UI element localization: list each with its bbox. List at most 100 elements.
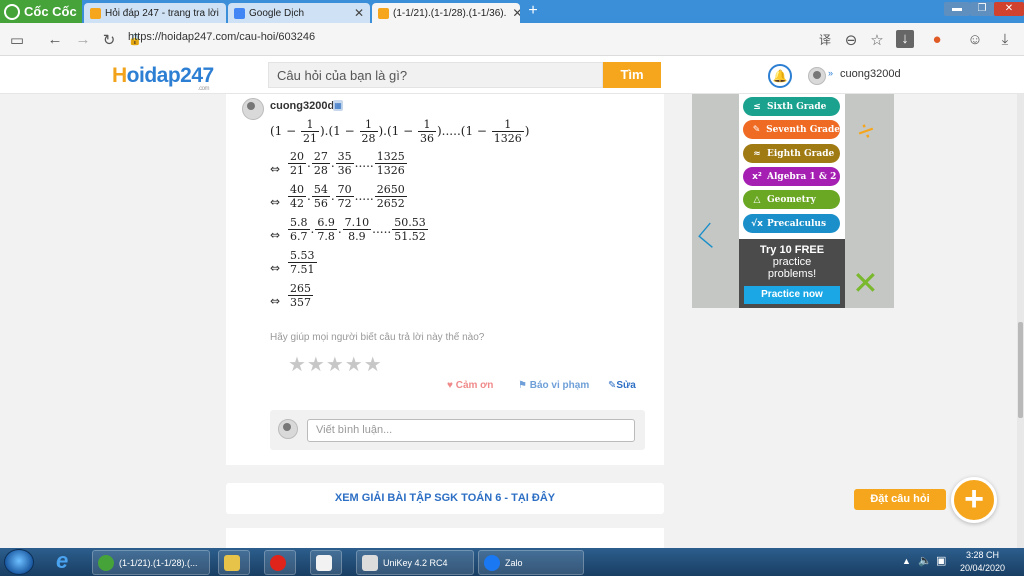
practice-now-button[interactable]: Practice now	[744, 286, 840, 304]
math-text: .....	[372, 222, 392, 236]
search-button[interactable]: Tìm	[603, 62, 661, 88]
fraction: 27 28	[311, 150, 330, 177]
thanks-button[interactable]: ♥ Cảm ơn	[447, 380, 493, 391]
coccoc-extension-icon[interactable]: ●	[928, 31, 946, 48]
equivalence-icon: ⇔	[270, 228, 281, 242]
ask-question-button[interactable]: Đặt câu hỏi	[854, 489, 946, 510]
denominator: 7.8	[315, 229, 337, 243]
fraction: 1 21	[301, 118, 319, 145]
close-window-button[interactable]: ✕	[994, 2, 1024, 16]
comment-input[interactable]: Viết bình luận...	[307, 419, 635, 442]
new-tab-button[interactable]: +	[524, 2, 542, 20]
zoom-out-icon[interactable]: ⊖	[842, 31, 860, 49]
start-button-icon[interactable]	[4, 549, 34, 575]
download-manager-icon[interactable]: ⤓	[996, 31, 1014, 48]
fraction: 54 56	[311, 183, 330, 210]
course-label: Algebra 1 & 2	[767, 171, 837, 182]
internet-explorer-icon[interactable]: e	[56, 548, 68, 574]
numerator: 70	[337, 183, 352, 196]
clock-time[interactable]: 3:28 CH	[966, 550, 999, 560]
tray-expand-icon[interactable]: ▲	[902, 556, 911, 566]
rating-stars[interactable]: ★★★★★	[288, 352, 383, 377]
math-text: ).....	[437, 124, 461, 138]
tab-current-question[interactable]: (1-1/21).(1-1/28).(1-1/36). ✕	[372, 3, 520, 23]
unikey-icon	[362, 554, 378, 571]
restore-button[interactable]: ❐	[970, 2, 994, 16]
taskbar-document[interactable]	[310, 550, 342, 575]
edit-button[interactable]: ✎Sửa	[608, 380, 636, 391]
course-icon: ≈	[753, 148, 761, 159]
math-text: (1 −	[328, 124, 359, 138]
equivalence-icon: ⇔	[270, 261, 281, 275]
ad-course-item[interactable]: ≤ Sixth Grade	[743, 97, 840, 116]
back-icon[interactable]: ←	[46, 31, 64, 48]
minimize-button[interactable]: ▬	[944, 2, 970, 16]
denominator: 36	[335, 163, 354, 177]
hoidap247-logo[interactable]: Hoidap247 .com	[112, 64, 214, 92]
numerator: 6.9	[317, 216, 335, 229]
numerator: 7.10	[344, 216, 370, 229]
denominator: 36	[418, 131, 436, 145]
math-line: 5.53 7.51	[287, 249, 318, 276]
math-text: .	[310, 222, 315, 236]
translate-icon[interactable]: 译	[816, 31, 834, 48]
notification-bell-icon[interactable]: 🔔	[768, 64, 792, 88]
coccoc-menu-button[interactable]: Cốc Cốc	[0, 0, 82, 23]
chevron-down-icon[interactable]: »	[828, 68, 833, 78]
scrollbar-thumb[interactable]	[1018, 322, 1023, 418]
numerator: 265	[290, 282, 311, 295]
report-button[interactable]: ⚑ Báo vi phạm	[518, 380, 589, 391]
taskbar-coccoc[interactable]: (1-1/21).(1-1/28).(...	[92, 550, 210, 575]
ad-course-item[interactable]: √x Precalculus	[743, 214, 840, 233]
taskbar-opera[interactable]	[264, 550, 296, 575]
numerator: 2650	[376, 183, 405, 196]
ad-course-item[interactable]: x² Algebra 1 & 2	[743, 167, 840, 186]
equivalence-icon: ⇔	[270, 294, 281, 308]
reload-icon[interactable]: ↻	[100, 31, 118, 49]
math-text: .....	[354, 156, 374, 170]
search-input[interactable]: Câu hỏi của bạn là gì?	[268, 62, 603, 88]
author-name[interactable]: cuong3200d	[270, 100, 334, 112]
math-text: (1 −	[270, 124, 300, 138]
course-icon: ≤	[753, 101, 761, 112]
math-line: 40 42. 54 56. 70 72..... 2650 2652	[287, 183, 408, 210]
sgk-banner-link[interactable]: XEM GIẢI BÀI TẬP SGK TOÁN 6 - TẠI ĐÂY	[226, 483, 664, 514]
forward-icon[interactable]: →	[74, 31, 92, 48]
taskbar-unikey[interactable]: UniKey 4.2 RC4	[356, 550, 474, 575]
course-label: Precalculus	[767, 218, 827, 229]
heart-icon: ♥	[447, 380, 453, 391]
address-bar-url[interactable]: https://hoidap247.com/cau-hoi/603246	[128, 31, 315, 43]
author-rank-badge-icon: ▦	[333, 100, 343, 111]
profile-icon[interactable]: ☺	[966, 31, 984, 48]
taskbar-explorer[interactable]	[218, 550, 250, 575]
math-text: .	[307, 189, 311, 203]
tab-title: Google Dịch	[249, 7, 305, 19]
ad-promo-text: Try 10 FREE practice problems!	[759, 244, 825, 280]
ad-course-item[interactable]: ✎ Seventh Grade	[743, 120, 840, 139]
taskbar-zalo[interactable]: Zalo	[478, 550, 584, 575]
close-tab-icon[interactable]: ✕	[348, 6, 364, 20]
tab-google-translate[interactable]: Google Dịch ✕	[228, 3, 370, 23]
author-avatar[interactable]	[242, 98, 264, 120]
close-tab-icon[interactable]: ✕	[506, 6, 520, 20]
math-line: 20 21. 27 28. 35 36..... 1325 1326	[287, 150, 408, 177]
fraction: 1 1326	[491, 118, 524, 145]
avatar[interactable]	[808, 67, 826, 85]
close-tab-icon[interactable]: ✕	[219, 6, 226, 20]
tab-hoidap247[interactable]: Hỏi đáp 247 - trang tra lời ✕	[84, 3, 226, 23]
volume-icon[interactable]: 🔈	[918, 554, 932, 567]
coccoc-logo-icon	[4, 3, 20, 20]
google-translate-favicon-icon	[234, 7, 245, 19]
download-icon[interactable]: ↓	[896, 30, 914, 48]
header-username[interactable]: cuong3200d	[840, 68, 901, 80]
clock-date[interactable]: 20/04/2020	[960, 563, 1005, 573]
ad-course-item[interactable]: △ Geometry	[743, 190, 840, 209]
network-icon[interactable]: ▣	[936, 554, 946, 567]
plus-icon[interactable]: +	[951, 477, 997, 523]
course-label: Seventh Grade	[766, 124, 840, 135]
equivalence-icon: ⇔	[270, 162, 281, 176]
page-scrollbar[interactable]	[1017, 94, 1024, 548]
ad-course-item[interactable]: ≈ Eighth Grade	[743, 144, 840, 163]
sidebar-toggle-icon[interactable]: ▭	[8, 31, 26, 49]
bookmark-star-icon[interactable]: ☆	[868, 31, 886, 49]
